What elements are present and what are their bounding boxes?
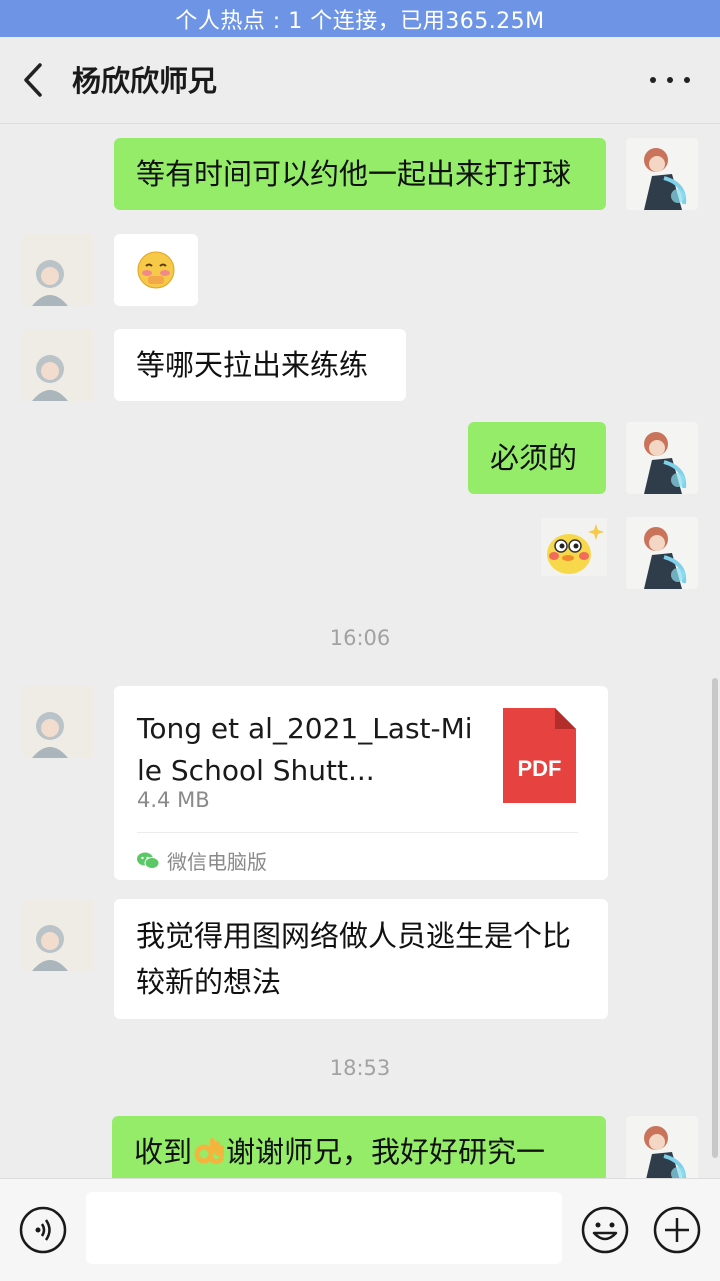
scrollbar[interactable]: [712, 678, 718, 1158]
baby-photo-avatar-icon: [22, 234, 94, 306]
hotspot-status-text: 个人热点 : 1 个连接，已用365.25M: [175, 8, 545, 34]
voice-input-button[interactable]: [18, 1205, 68, 1255]
yellow-duck-sticker-icon: [541, 518, 607, 576]
self-avatar[interactable]: [626, 138, 698, 210]
baby-photo-avatar-icon: [22, 329, 94, 401]
anime-character-avatar-icon: [626, 138, 698, 210]
ok-hand-emoji-icon: [192, 1134, 226, 1168]
wechat-logo-icon: [137, 852, 159, 869]
file-card-divider: [137, 832, 578, 833]
more-functions-button[interactable]: [652, 1205, 702, 1255]
message-bubble-self[interactable]: 收到 谢谢师兄，我好好研究一: [112, 1116, 606, 1178]
anime-character-avatar-icon: [626, 422, 698, 494]
more-options-button[interactable]: [650, 67, 690, 93]
file-name: Tong et al_2021_Last-Mile School Shutt..…: [137, 712, 473, 787]
message-bubble-self[interactable]: 必须的: [468, 422, 606, 494]
chevron-left-icon: [24, 63, 42, 97]
contact-avatar[interactable]: [22, 329, 94, 401]
anime-character-avatar-icon: [626, 1116, 698, 1178]
back-button[interactable]: [18, 61, 54, 99]
file-message-card[interactable]: Tong et al_2021_Last-Mile School Shutt..…: [114, 686, 608, 880]
input-bar: [0, 1178, 720, 1281]
file-size: 4.4 MB: [137, 788, 210, 812]
emoji-button[interactable]: [580, 1205, 630, 1255]
contact-avatar[interactable]: [22, 234, 94, 306]
message-text: 我觉得用图网络做人员逃生是个比较新的想法: [136, 919, 572, 999]
message-text-suffix: 谢谢师兄，我好好研究一: [226, 1135, 546, 1169]
more-dots-icon: [650, 77, 656, 83]
contact-avatar[interactable]: [22, 899, 94, 971]
pdf-badge-text: PDF: [518, 756, 562, 781]
smiley-face-icon: [581, 1206, 629, 1254]
self-avatar[interactable]: [626, 517, 698, 589]
message-list[interactable]: 等有时间可以约他一起出来打打球 等哪天拉出来练练 必须的 16:06 Tong …: [0, 124, 720, 1178]
voice-wave-icon: [19, 1206, 67, 1254]
baby-photo-avatar-icon: [22, 899, 94, 971]
chat-title: 杨欣欣师兄: [72, 64, 218, 98]
plus-circle-icon: [653, 1206, 701, 1254]
hotspot-status-bar[interactable]: 个人热点 : 1 个连接，已用365.25M: [0, 0, 720, 37]
blush-covering-face-emoji-icon: [137, 251, 175, 289]
message-text-prefix: 收到: [134, 1135, 193, 1169]
self-avatar[interactable]: [626, 1116, 698, 1178]
anime-character-avatar-icon: [626, 517, 698, 589]
message-text: 等哪天拉出来练练: [136, 348, 369, 382]
timestamp: 18:53: [329, 1056, 391, 1080]
chat-header: 杨欣欣师兄: [0, 37, 720, 124]
self-avatar[interactable]: [626, 422, 698, 494]
file-source-text: 微信电脑版: [167, 850, 267, 874]
baby-photo-avatar-icon: [22, 686, 94, 758]
message-bubble-other[interactable]: 我觉得用图网络做人员逃生是个比较新的想法: [114, 899, 608, 1019]
message-bubble-other[interactable]: [114, 234, 198, 306]
contact-avatar[interactable]: [22, 686, 94, 758]
sticker-message[interactable]: [541, 518, 607, 576]
message-input[interactable]: [86, 1192, 562, 1264]
message-bubble-self[interactable]: 等有时间可以约他一起出来打打球: [114, 138, 606, 210]
file-source: 微信电脑版: [137, 846, 267, 875]
message-text: 等有时间可以约他一起出来打打球: [136, 157, 572, 191]
timestamp: 16:06: [329, 626, 391, 650]
message-text: 必须的: [490, 441, 578, 475]
pdf-file-icon: PDF: [503, 708, 576, 803]
message-bubble-other[interactable]: 等哪天拉出来练练: [114, 329, 406, 401]
